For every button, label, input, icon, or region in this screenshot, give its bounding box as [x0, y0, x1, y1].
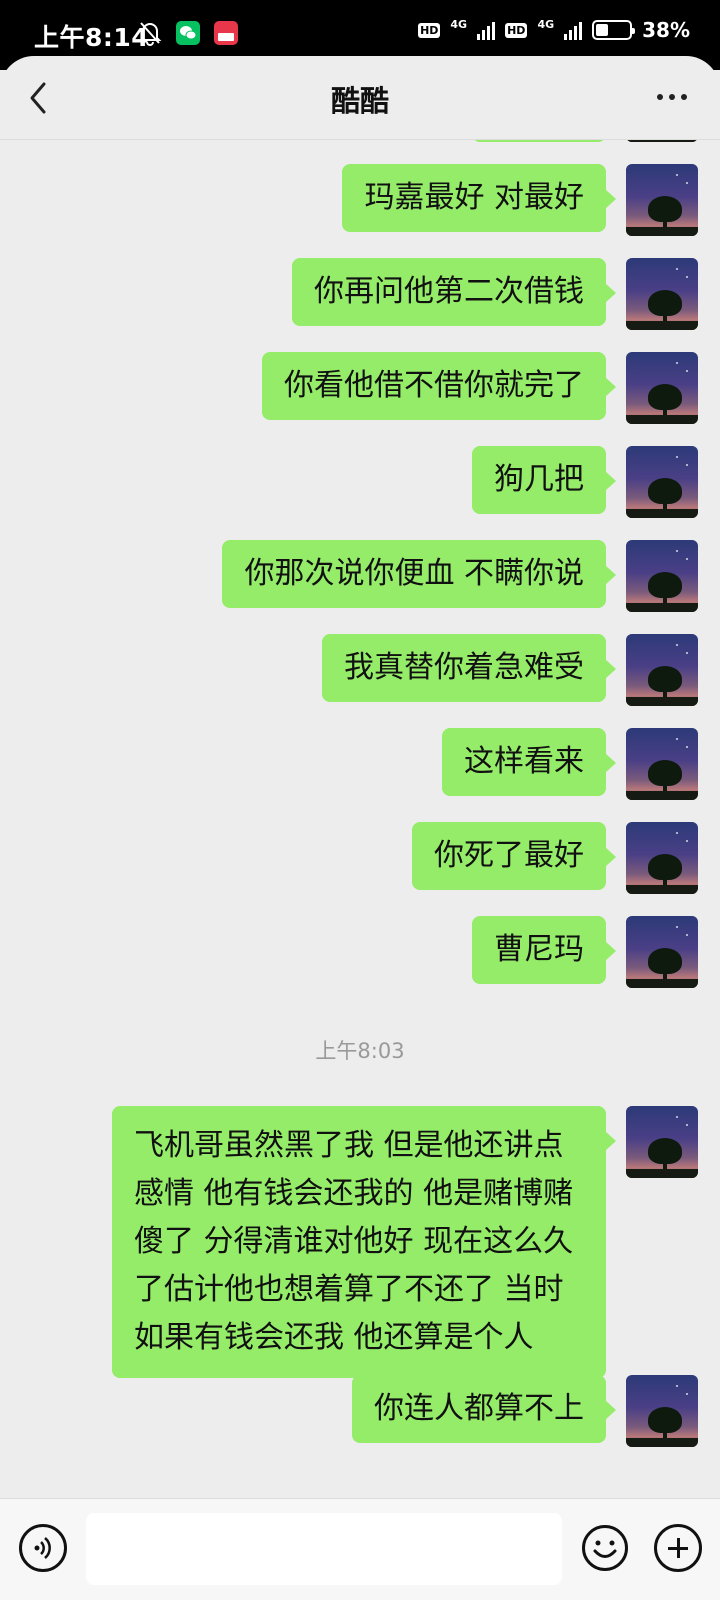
network-type: 4G — [450, 17, 468, 31]
message-row — [0, 140, 720, 142]
message-bubble[interactable]: 玛嘉最好 对最好 — [342, 164, 616, 232]
message-input[interactable] — [86, 1513, 562, 1585]
avatar[interactable] — [626, 916, 698, 988]
chat-message-list[interactable]: 玛嘉最好 对最好 你再问他第二次借钱 你看他借不借你就完了 狗几把 你那次说你便… — [0, 140, 720, 1498]
app-badge-icon — [214, 21, 238, 45]
hd-badge: HD — [505, 22, 528, 38]
network-type: 4G — [537, 17, 555, 31]
message-bubble[interactable]: 我真替你着急难受 — [322, 634, 616, 702]
input-bar — [0, 1498, 720, 1600]
chat-header: 酷酷 — [0, 56, 720, 140]
avatar[interactable] — [626, 258, 698, 330]
status-icons-right: HD 4G HD 4G 38% — [418, 18, 690, 42]
message-bubble[interactable]: 你连人都算不上 — [352, 1375, 616, 1443]
mute-bell-icon — [138, 22, 162, 46]
signal-icon — [564, 20, 583, 40]
emoji-icon[interactable] — [581, 1524, 629, 1572]
avatar[interactable] — [626, 634, 698, 706]
message-bubble[interactable]: 你那次说你便血 不瞒你说 — [222, 540, 616, 608]
plus-icon[interactable] — [654, 1524, 702, 1572]
message-bubble[interactable]: 曹尼玛 — [472, 916, 616, 984]
avatar[interactable] — [626, 1106, 698, 1178]
avatar[interactable] — [626, 1375, 698, 1447]
more-dots-icon[interactable] — [650, 80, 694, 114]
avatar[interactable] — [626, 140, 698, 142]
message-bubble[interactable]: 你死了最好 — [412, 822, 616, 890]
avatar[interactable] — [626, 446, 698, 518]
signal-icon — [477, 20, 496, 40]
message-bubble[interactable]: 你再问他第二次借钱 — [292, 258, 616, 326]
avatar[interactable] — [626, 352, 698, 424]
avatar[interactable] — [626, 728, 698, 800]
battery-percent: 38% — [642, 18, 690, 42]
status-icons-left — [138, 20, 238, 46]
message-bubble[interactable] — [472, 140, 606, 142]
avatar[interactable] — [626, 540, 698, 612]
chat-title: 酷酷 — [330, 84, 389, 118]
avatar[interactable] — [626, 822, 698, 894]
battery-icon — [592, 20, 636, 40]
message-bubble[interactable]: 飞机哥虽然黑了我 但是他还讲点感情 他有钱会还我的 他是赌博赌傻了 分得清谁对他… — [112, 1106, 616, 1378]
message-bubble[interactable]: 你看他借不借你就完了 — [262, 352, 616, 420]
message-bubble[interactable]: 这样看来 — [442, 728, 616, 796]
status-time: 上午8:14 — [34, 23, 150, 52]
hd-badge: HD — [418, 22, 441, 38]
wechat-icon — [176, 21, 200, 45]
voice-icon[interactable] — [19, 1524, 67, 1572]
avatar[interactable] — [626, 164, 698, 236]
message-bubble[interactable]: 狗几把 — [472, 446, 616, 514]
message-timestamp: 上午8:03 — [315, 1039, 405, 1063]
